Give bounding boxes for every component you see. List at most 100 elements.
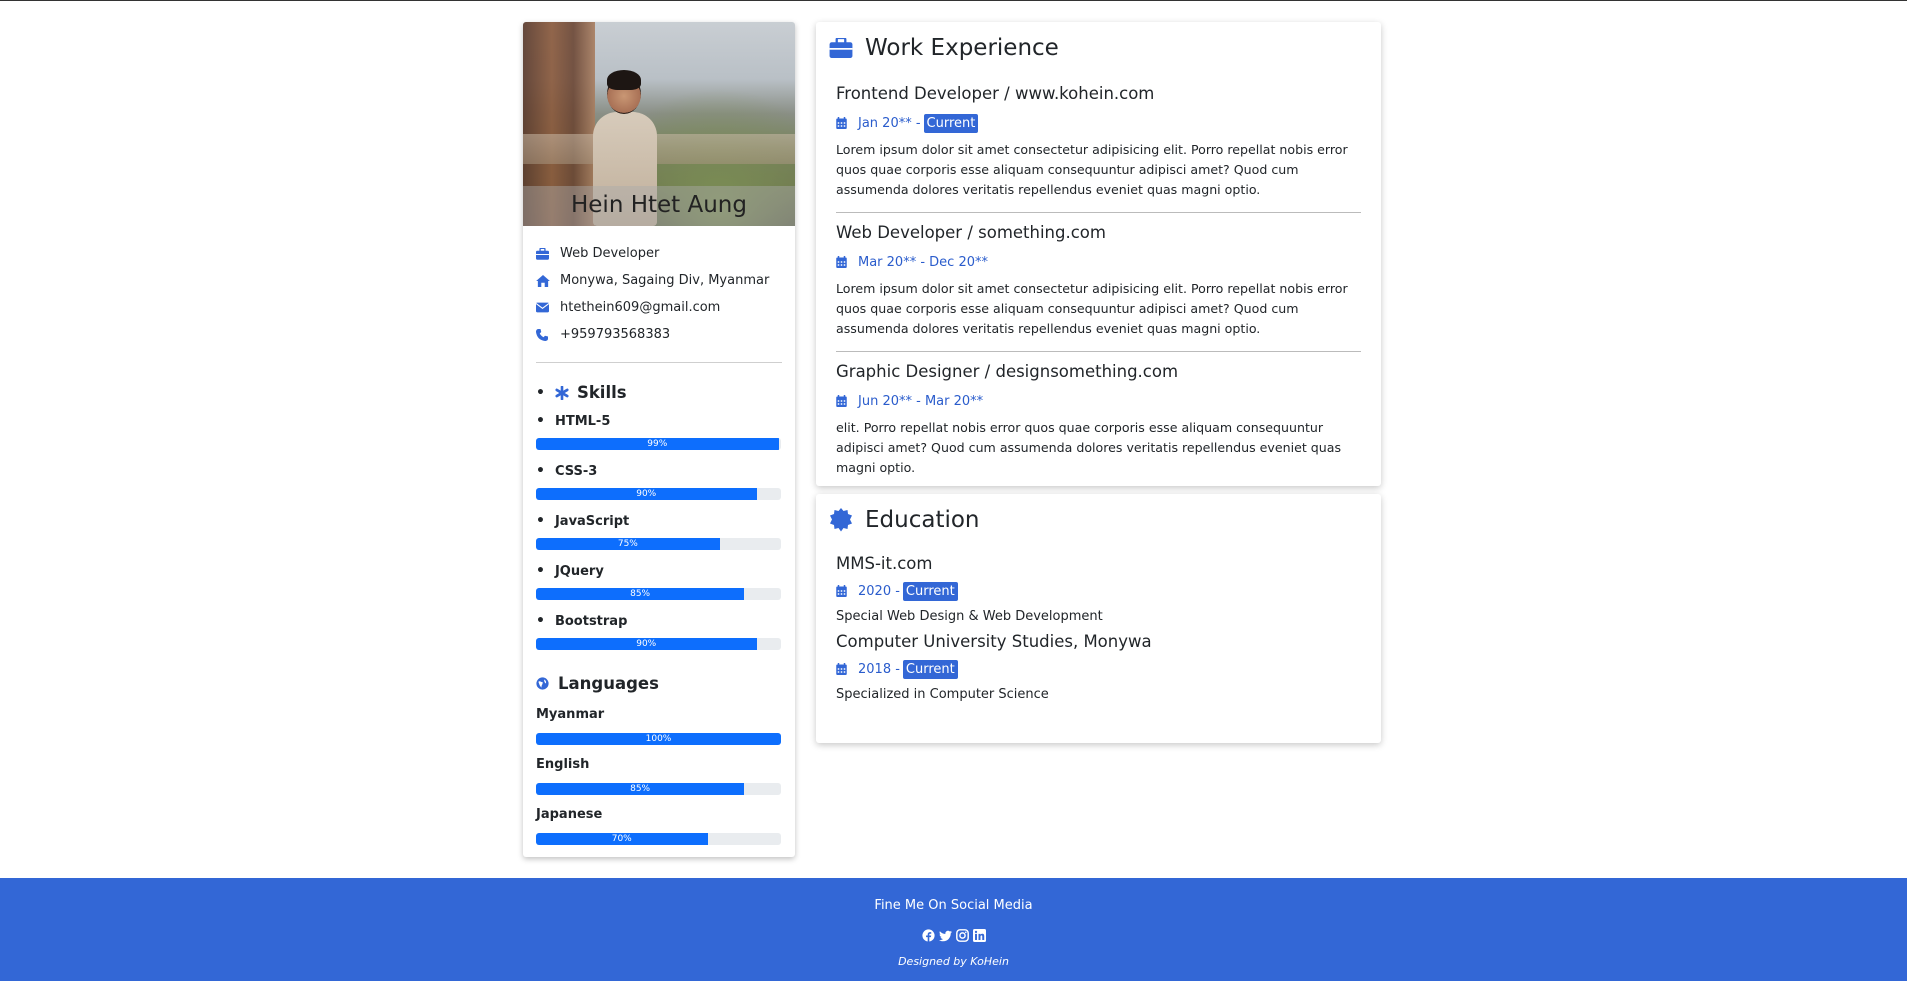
skill-name: CSS-3 — [554, 463, 598, 479]
job-title: Frontend Developer / www.kohein.com — [836, 84, 1155, 103]
skill-progress-fill: 90% — [536, 488, 757, 500]
skills-list: • HTML-5 99% • CSS-3 90% • JavaScript 75% • JQuery… — [536, 412, 782, 650]
languages-title: Languages — [558, 674, 659, 693]
calendar-icon — [836, 395, 858, 407]
education-title: Computer University Studies, Monywa — [836, 632, 1152, 651]
education-list: MMS-it.com 2020 - Current Special Web Desig… — [829, 554, 1368, 702]
language-name: Myanmar — [536, 707, 605, 722]
calendar-icon — [836, 117, 858, 129]
skill-progress-bar: 99% — [536, 438, 781, 450]
work-title: Work Experience — [865, 35, 1059, 61]
person-hair — [607, 70, 641, 90]
job-description: elit. Porro repellat nobis error quos qu… — [836, 420, 1342, 475]
envelope-icon — [536, 302, 560, 313]
skill-progress-bar: 75% — [536, 538, 781, 550]
education-heading: Education — [829, 494, 1368, 546]
calendar-icon — [836, 256, 858, 268]
linkedin-icon[interactable] — [972, 928, 987, 943]
languages-section: Languages Myanmar 100% English 85% Japanese 7… — [523, 662, 795, 845]
education-title: MMS-it.com — [836, 554, 933, 573]
job-date: Jun 20** - Mar 20** — [836, 390, 1361, 412]
job-date-text: Mar 20** - Dec 20** — [858, 254, 988, 270]
bullet: • — [536, 463, 545, 479]
skill-item: • JQuery — [536, 562, 782, 580]
footer-heading: Fine Me On Social Media — [874, 898, 1033, 913]
skill-progress-fill: 90% — [536, 638, 757, 650]
job-entry: Web Developer / something.com Mar 20** - … — [829, 223, 1368, 352]
skills-title: Skills — [576, 383, 627, 402]
skill-progress-fill: 99% — [536, 438, 779, 450]
twitter-icon[interactable] — [938, 928, 953, 943]
work-experience-card: Work Experience Frontend Developer / www… — [816, 22, 1381, 486]
instagram-icon[interactable] — [955, 928, 970, 943]
skill-item: • CSS-3 — [536, 462, 782, 480]
current-badge: Current — [902, 659, 958, 679]
briefcase-icon — [536, 247, 560, 260]
job-description: Lorem ipsum dolor sit amet consectetur a… — [836, 281, 1348, 336]
language-progress-bar: 70% — [536, 833, 781, 845]
skill-progress-fill: 75% — [536, 538, 720, 550]
education-date: 2020 - Current — [836, 580, 1361, 602]
email-link[interactable]: htethein609@gmail.com — [560, 300, 720, 315]
skill-item: • HTML-5 — [536, 412, 782, 430]
skill-progress-fill: 85% — [536, 588, 745, 600]
language-progress-fill: 85% — [536, 783, 745, 795]
job-divider — [836, 351, 1361, 352]
photo-railing — [523, 134, 795, 164]
skill-progress-bar: 90% — [536, 488, 781, 500]
skills-section: • Skills • HTML-5 99% • CSS-3 90% • JavaScript 7… — [523, 363, 795, 650]
job-title: Web Developer — [560, 246, 660, 261]
education-date: 2018 - Current — [836, 658, 1361, 680]
job-title: Web Developer / something.com — [836, 223, 1106, 242]
job-date: Mar 20** - Dec 20** — [836, 251, 1361, 273]
contact-location: Monywa, Sagaing Div, Myanmar — [536, 267, 782, 294]
globe-icon — [536, 677, 558, 690]
job-description: Lorem ipsum dolor sit amet consectetur a… — [836, 142, 1348, 197]
skill-name: JavaScript — [554, 513, 630, 529]
skills-heading: • Skills — [536, 383, 782, 402]
social-links — [0, 928, 1907, 943]
language-name: Japanese — [536, 807, 603, 822]
education-entry: MMS-it.com 2020 - Current Special Web Desig… — [829, 554, 1368, 624]
skill-item: • Bootstrap — [536, 612, 782, 630]
language-name: English — [536, 757, 590, 772]
education-entry: Computer University Studies, Monywa 2018 … — [829, 632, 1368, 702]
phone-number[interactable]: +959793568383 — [560, 327, 670, 342]
skill-item: • JavaScript — [536, 512, 782, 530]
job-divider — [836, 212, 1361, 213]
footer-credit: Designed by KoHein — [898, 955, 1009, 968]
skill-progress-bar: 90% — [536, 638, 781, 650]
education-title: Education — [865, 507, 980, 533]
jobs-list: Frontend Developer / www.kohein.com Jan 2… — [829, 84, 1368, 478]
briefcase-icon — [829, 38, 865, 58]
profile-photo: Hein Htet Aung — [523, 22, 795, 226]
current-badge: Current — [923, 113, 979, 133]
location-text: Monywa, Sagaing Div, Myanmar — [560, 273, 770, 288]
bullet: • — [536, 513, 545, 529]
skill-progress-bar: 85% — [536, 588, 781, 600]
calendar-icon — [836, 663, 858, 675]
language-progress-fill: 100% — [536, 733, 781, 745]
job-entry: Frontend Developer / www.kohein.com Jan 2… — [829, 84, 1368, 213]
profile-card: Hein Htet Aung Web Developer Monywa, Sag… — [523, 22, 795, 857]
job-title: Graphic Designer / designsomething.com — [836, 362, 1179, 381]
education-date-text: 2020 - — [858, 583, 900, 599]
education-card: Education MMS-it.com 2020 - Current Special… — [816, 494, 1381, 743]
contact-email: htethein609@gmail.com — [536, 294, 782, 321]
contact-info: Web Developer Monywa, Sagaing Div, Myanm… — [523, 226, 795, 348]
skill-name: HTML-5 — [554, 413, 611, 429]
facebook-icon[interactable] — [921, 928, 936, 943]
bullet: • — [536, 384, 545, 401]
education-description: Special Web Design & Web Development — [836, 609, 1103, 624]
contact-job: Web Developer — [536, 240, 782, 267]
certificate-icon — [829, 508, 865, 532]
education-description: Specialized in Computer Science — [836, 687, 1049, 702]
asterisk-icon — [555, 385, 577, 400]
languages-list: Myanmar 100% English 85% Japanese 70% — [536, 707, 782, 845]
job-entry: Graphic Designer / designsomething.com Ju… — [829, 362, 1368, 478]
job-date-text: Jun 20** - Mar 20** — [858, 393, 984, 409]
footer: Fine Me On Social Media Designed by KoHe… — [0, 878, 1907, 981]
current-badge: Current — [902, 581, 958, 601]
home-icon — [536, 274, 560, 287]
skill-name: JQuery — [554, 563, 604, 579]
